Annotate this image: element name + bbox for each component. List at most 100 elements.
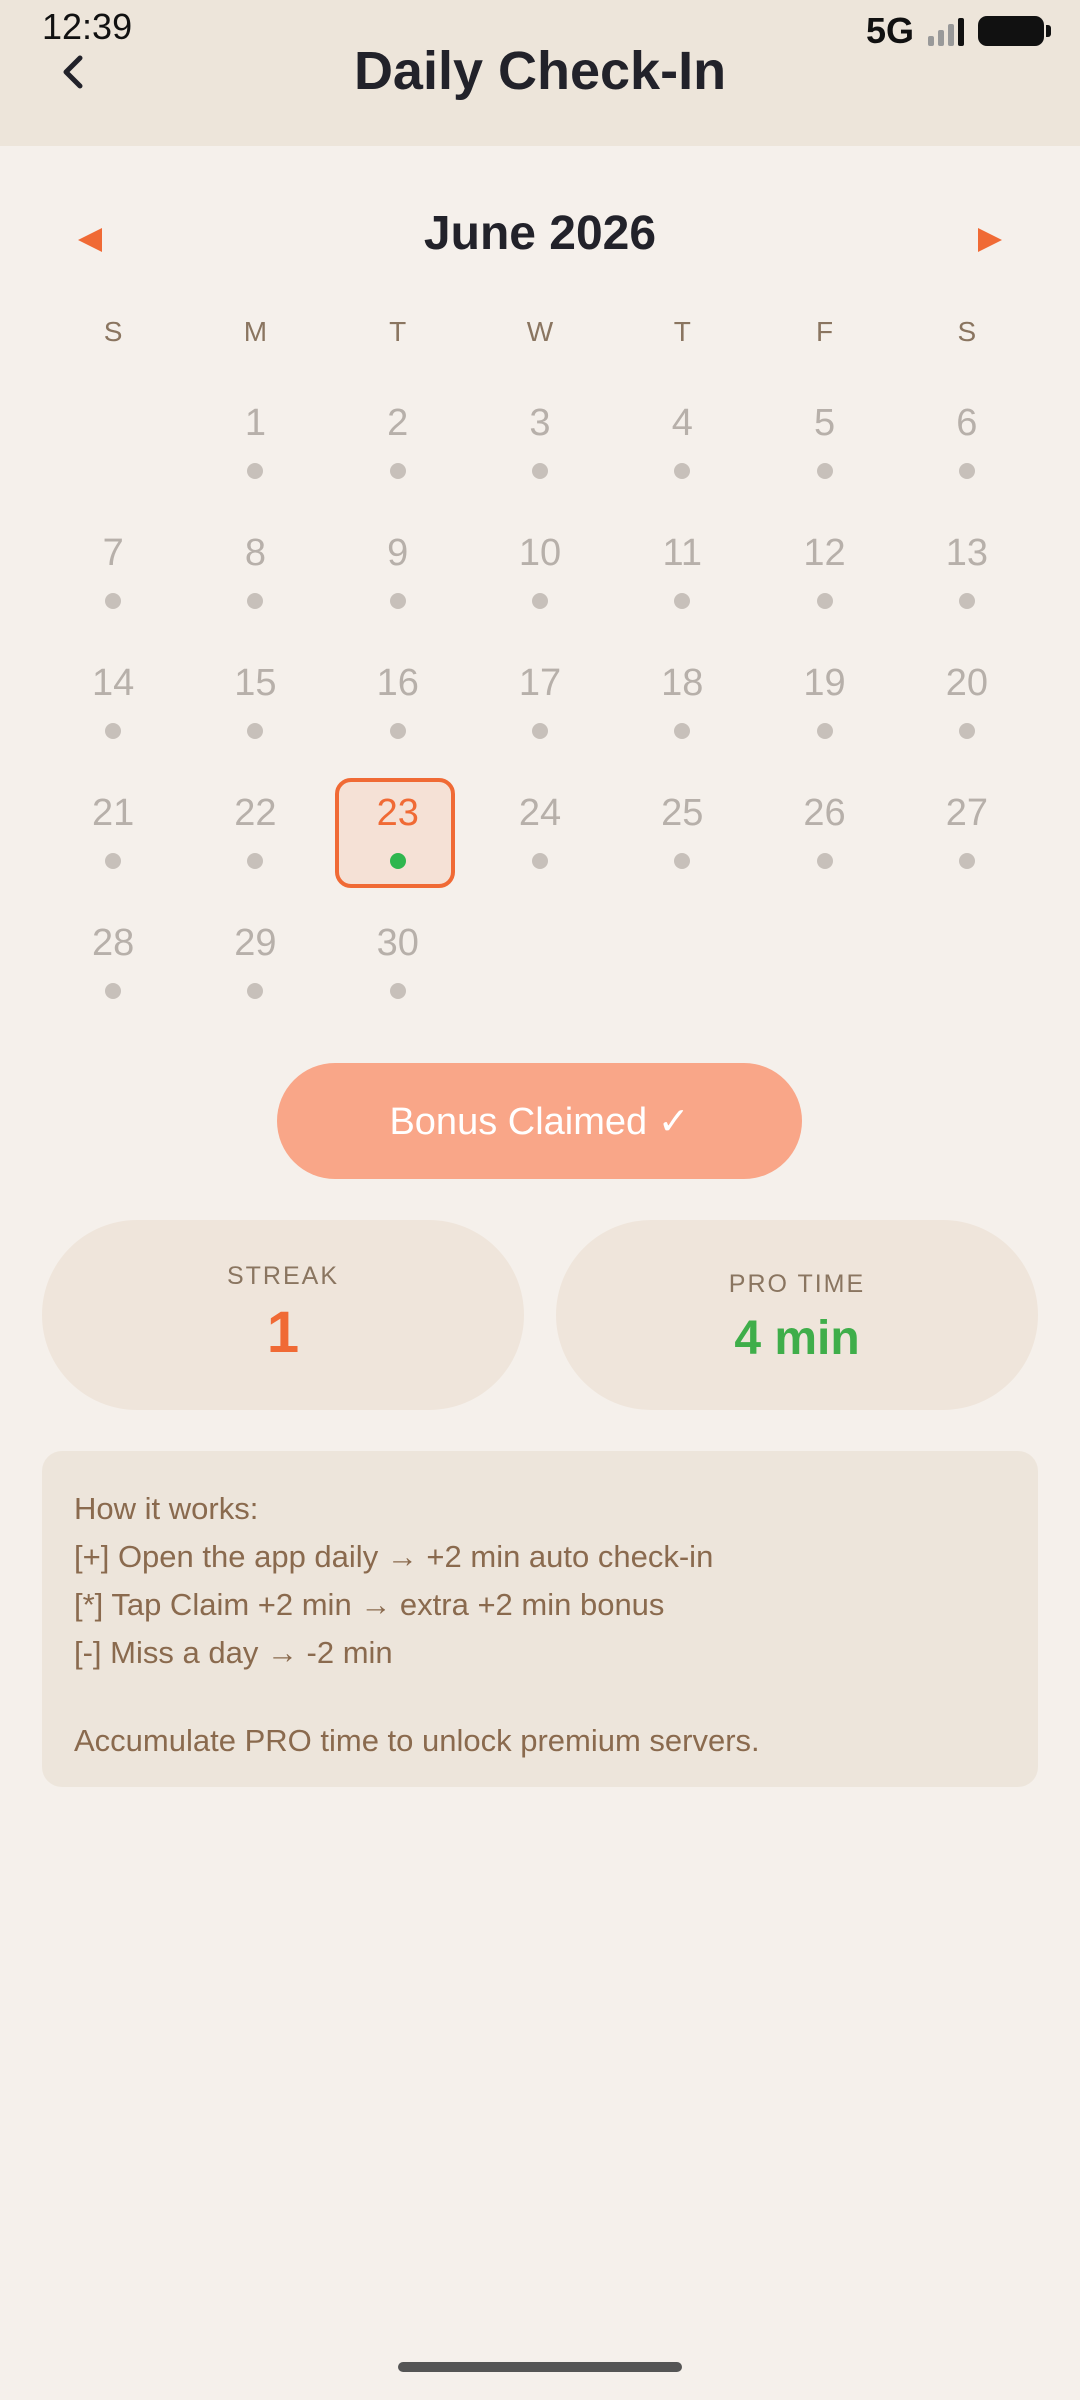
screen: 12:39 5G Daily Check-In June 2026 S M T … [0, 0, 1080, 2400]
info-line: [*] Tap Claim +2 min → extra +2 min bonu… [74, 1587, 665, 1622]
day-cell[interactable]: 11 [611, 510, 753, 640]
day-cell[interactable]: 19 [753, 640, 895, 770]
month-label: June 2026 [423, 207, 657, 260]
day-cell[interactable]: 17 [469, 640, 611, 770]
status-dot [958, 463, 975, 479]
calendar-grid: 1 2 3 4 5 6 7 8 9 10 11 12 13 14 15 16 17 18 19 20 21 22 23 24 2… [42, 380, 1038, 1030]
day-number: 13 [945, 532, 988, 574]
day-cell[interactable]: 5 [753, 380, 895, 510]
status-dot [531, 463, 548, 479]
status-dot [816, 593, 833, 609]
day-number: 29 [234, 922, 277, 964]
pro-time-value: 4 min [734, 1312, 860, 1365]
day-number: 22 [234, 792, 277, 834]
day-cell-today[interactable]: 23 [327, 770, 469, 900]
day-number: 10 [518, 532, 562, 574]
day-cell[interactable]: 21 [42, 770, 184, 900]
day-cell[interactable]: 6 [896, 380, 1038, 510]
status-dot [531, 723, 548, 739]
day-number: 26 [803, 792, 846, 834]
status-dot [389, 463, 406, 479]
day-number: 15 [234, 662, 277, 704]
day-cell[interactable]: 7 [42, 510, 184, 640]
day-number: 1 [244, 402, 266, 444]
home-indicator[interactable] [398, 2362, 682, 2372]
status-dot [674, 853, 691, 869]
day-cell[interactable]: 12 [753, 510, 895, 640]
day-number: 19 [803, 662, 846, 704]
day-number: 20 [945, 662, 988, 704]
status-dot [105, 723, 122, 739]
day-number: 23 [376, 792, 419, 834]
day-cell[interactable]: 2 [327, 380, 469, 510]
status-dot [531, 593, 548, 609]
next-month-button[interactable] [970, 220, 1010, 260]
pro-time-label: PRO TIME [728, 1270, 866, 1298]
day-number: 17 [518, 662, 562, 704]
status-dot [674, 593, 691, 609]
weekday-label: S [957, 316, 977, 347]
checked-in-dot [389, 853, 406, 869]
day-cell[interactable]: 1 [184, 380, 326, 510]
how-it-works-box: How it works: [+] Open the app daily → +… [42, 1451, 1038, 1787]
streak-value: 1 [266, 1300, 300, 1365]
info-line: [-] Miss a day → -2 min [74, 1635, 393, 1670]
day-cell[interactable]: 8 [184, 510, 326, 640]
day-number: 30 [376, 922, 419, 964]
day-cell[interactable]: 16 [327, 640, 469, 770]
day-cell[interactable]: 13 [896, 510, 1038, 640]
status-dot [105, 853, 122, 869]
status-dot [958, 593, 975, 609]
day-cell[interactable]: 29 [184, 900, 326, 1030]
page-title: Daily Check-In [353, 41, 727, 101]
day-cell[interactable]: 28 [42, 900, 184, 1030]
day-cell[interactable]: 22 [184, 770, 326, 900]
day-cell[interactable]: 27 [896, 770, 1038, 900]
status-dot [958, 723, 975, 739]
info-footer: Accumulate PRO time to unlock premium se… [74, 1723, 760, 1758]
day-number: 2 [387, 402, 409, 444]
info-line: [+] Open the app daily → +2 min auto che… [74, 1539, 714, 1574]
day-cell[interactable]: 4 [611, 380, 753, 510]
weekday-label: M [243, 316, 268, 347]
status-dot [389, 723, 406, 739]
status-dot [674, 723, 691, 739]
day-cell[interactable]: 30 [327, 900, 469, 1030]
day-number: 9 [387, 532, 409, 574]
day-number: 27 [945, 792, 988, 834]
empty-day-cell [42, 380, 184, 510]
streak-card: STREAK 1 [42, 1220, 524, 1410]
day-number: 4 [671, 402, 693, 444]
status-dot [105, 983, 122, 999]
day-number: 18 [661, 662, 704, 704]
status-dot [531, 853, 548, 869]
day-cell[interactable]: 3 [469, 380, 611, 510]
status-dot [816, 463, 833, 479]
day-cell[interactable]: 18 [611, 640, 753, 770]
day-cell[interactable]: 24 [469, 770, 611, 900]
day-cell[interactable]: 25 [611, 770, 753, 900]
status-dot [247, 593, 264, 609]
day-cell[interactable]: 10 [469, 510, 611, 640]
weekday-label: W [526, 316, 554, 347]
status-dot [389, 983, 406, 999]
header-bar: 12:39 5G Daily Check-In [0, 0, 1080, 146]
day-cell[interactable]: 26 [753, 770, 895, 900]
day-number: 21 [92, 792, 135, 834]
day-cell[interactable]: 15 [184, 640, 326, 770]
pro-time-card: PRO TIME 4 min [556, 1220, 1038, 1410]
weekday-label: F [816, 316, 834, 347]
day-cell[interactable]: 20 [896, 640, 1038, 770]
bonus-claimed-button[interactable]: Bonus Claimed ✓ [277, 1063, 802, 1179]
day-number: 28 [92, 922, 135, 964]
day-cell[interactable]: 14 [42, 640, 184, 770]
day-cell[interactable]: 9 [327, 510, 469, 640]
day-number: 11 [662, 532, 702, 574]
weekday-label: T [389, 316, 407, 347]
status-dot [674, 463, 691, 479]
day-number: 24 [518, 792, 562, 834]
weekday-label: T [673, 316, 691, 347]
triangle-right-icon [978, 228, 1002, 252]
status-dot [816, 853, 833, 869]
status-dot [247, 983, 264, 999]
